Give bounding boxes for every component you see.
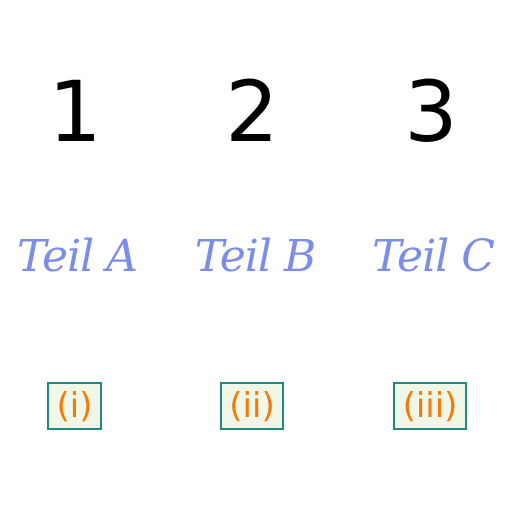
column-2-part-label: Teil B (194, 231, 316, 282)
column-1-roman-box: (i) (47, 382, 102, 430)
page: { "numerals": ["1", "2", "3"], "parts": … (0, 0, 512, 512)
column-2-number: 2 (225, 63, 279, 161)
column-1-part-label: Teil A (17, 231, 138, 282)
column-2-roman-box: (ii) (220, 382, 284, 430)
column-3-roman-box: (iii) (393, 382, 467, 430)
column-1-number: 1 (48, 63, 102, 161)
column-3-number: 3 (404, 63, 458, 161)
column-3-part-label: Teil C (372, 231, 495, 282)
